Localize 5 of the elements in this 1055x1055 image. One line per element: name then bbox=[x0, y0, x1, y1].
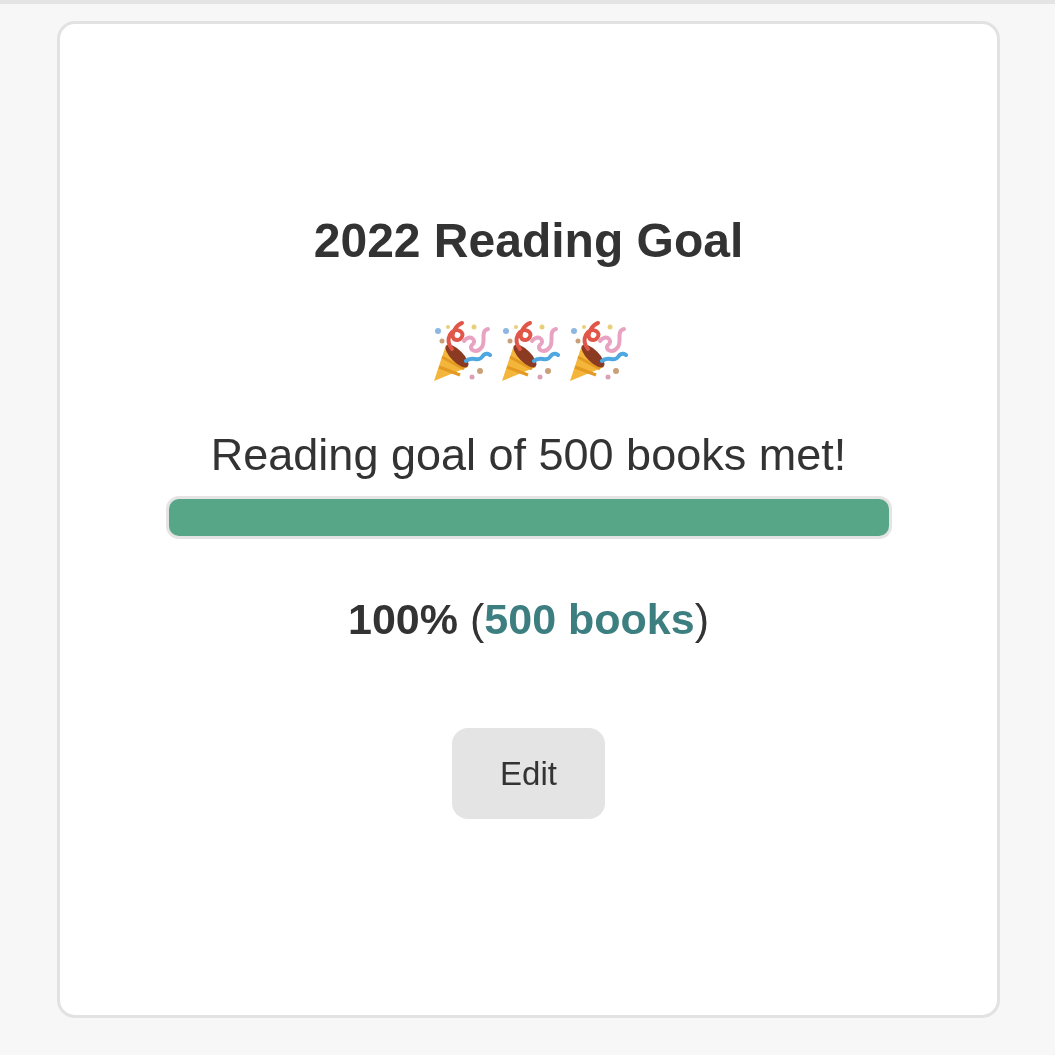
books-link[interactable]: 500 books bbox=[484, 595, 695, 643]
goal-message: Reading goal of 500 books met! bbox=[210, 430, 847, 480]
edit-button[interactable]: Edit bbox=[452, 728, 605, 819]
progress-summary: 100% (500 books) bbox=[348, 594, 709, 644]
goal-title: 2022 Reading Goal bbox=[313, 214, 744, 268]
